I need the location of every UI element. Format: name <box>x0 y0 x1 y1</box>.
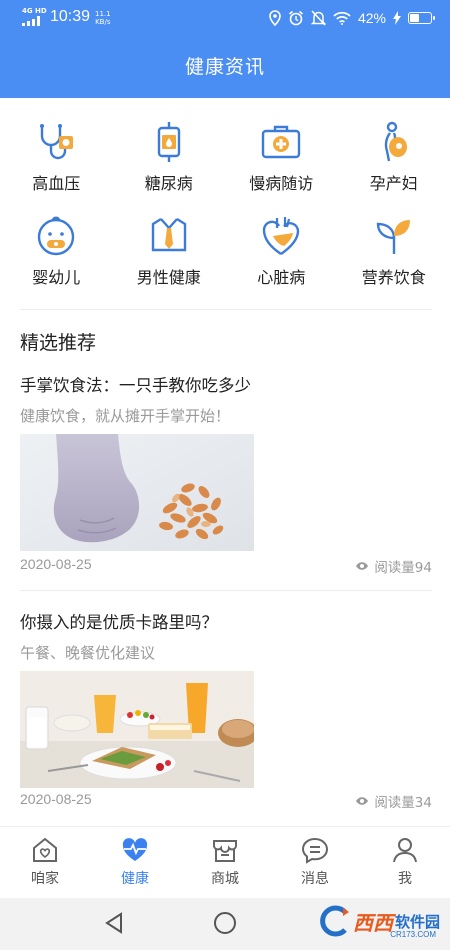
message-icon <box>301 837 329 864</box>
tab-shop[interactable]: 商城 <box>180 827 270 898</box>
category-label: 糖尿病 <box>144 174 193 193</box>
heart-pulse-icon <box>122 838 148 861</box>
category-mens-health[interactable]: 男性健康 <box>113 206 226 300</box>
article-title: 手掌饮食法：一只手教你吃多少 <box>20 376 251 395</box>
divider <box>20 590 432 591</box>
charging-icon <box>393 11 401 25</box>
profile-icon <box>393 838 417 863</box>
category-nutrition[interactable]: 营养饮食 <box>338 206 450 300</box>
category-maternal[interactable]: 孕产妇 <box>338 112 450 206</box>
category-hypertension[interactable]: 高血压 <box>0 112 113 206</box>
section-title: 精选推荐 <box>20 332 97 354</box>
article-subtitle: 午餐、晚餐优化建议 <box>20 644 156 662</box>
medical-kit-icon <box>262 125 301 159</box>
category-heart-disease[interactable]: 心脏病 <box>225 206 338 300</box>
battery-icon <box>408 12 435 24</box>
category-infant[interactable]: 婴幼儿 <box>0 206 113 300</box>
article-views: 阅读量94 <box>374 560 432 576</box>
divider <box>20 309 432 310</box>
category-label: 高血压 <box>32 174 81 193</box>
home-button[interactable] <box>214 912 236 934</box>
network-speed-value: 11.1 <box>95 10 111 18</box>
alarm-icon <box>288 10 303 26</box>
status-bar: 4G HD 10:39 11.1 KB/s 42% <box>0 0 450 36</box>
category-chronic-followup[interactable]: 慢病随访 <box>225 112 338 206</box>
tab-profile[interactable]: 我 <box>360 827 450 898</box>
top-bar: 4G HD 10:39 11.1 KB/s 42% 健康资讯 <box>0 0 450 98</box>
watermark-logo: 西西 软件园 CR173.COM <box>317 904 440 939</box>
location-icon <box>269 10 281 26</box>
category-label: 营养饮食 <box>361 268 426 287</box>
network-speed-unit: KB/s <box>95 18 111 26</box>
back-icon[interactable] <box>104 912 124 934</box>
category-label: 男性健康 <box>136 268 201 287</box>
home-icon <box>33 837 57 862</box>
tab-label: 咱家 <box>31 871 59 887</box>
article-card[interactable]: 你摄入的是优质卡路里吗？ 午餐、晚餐优化建议 2020-08-25 阅读量34 <box>20 609 432 811</box>
article-meta: 2020-08-25 阅读量94 <box>20 556 432 576</box>
network-speed: 11.1 KB/s <box>95 10 111 26</box>
signal-icon <box>22 16 44 26</box>
stethoscope-icon <box>40 124 74 160</box>
article-views: 阅读量34 <box>374 795 432 811</box>
wifi-icon <box>333 11 351 25</box>
watermark-c-icon <box>320 905 349 937</box>
tab-home[interactable]: 咱家 <box>0 827 90 898</box>
network-type: 4G HD <box>22 7 47 15</box>
article-card[interactable]: 手掌饮食法：一只手教你吃多少 健康饮食，就从摊开手掌开始！ 2020-08-25… <box>20 372 432 576</box>
category-diabetes[interactable]: 糖尿病 <box>113 112 226 206</box>
bottom-tab-bar: 咱家 健康 商城 消息 我 <box>0 826 450 898</box>
category-label: 婴幼儿 <box>32 268 81 287</box>
clock: 10:39 <box>50 8 91 25</box>
article-date: 2020-08-25 <box>20 556 92 572</box>
tab-label: 我 <box>398 871 412 887</box>
baby-icon <box>38 216 75 256</box>
mute-bell-icon <box>310 10 326 26</box>
pregnant-icon <box>384 121 407 162</box>
heart-organ-icon <box>263 217 300 255</box>
tab-health[interactable]: 健康 <box>90 827 180 898</box>
shirt-icon <box>151 217 186 252</box>
page-title: 健康资讯 <box>184 56 265 78</box>
watermark-domain: CR173.COM <box>390 930 436 939</box>
battery-percent: 42% <box>357 10 386 26</box>
tab-label: 健康 <box>121 871 149 887</box>
watermark-text: 软件园 <box>394 912 440 931</box>
tab-label: 商城 <box>211 871 239 887</box>
eye-icon <box>356 797 369 805</box>
category-grid: 高血压 糖尿病 慢病随访 孕产妇 婴幼儿 男性健康 心脏病 营养饮食 <box>0 112 450 300</box>
system-nav-bar: 西西 软件园 CR173.COM <box>0 898 450 950</box>
article-date: 2020-08-25 <box>20 791 92 807</box>
category-label: 慢病随访 <box>249 174 314 193</box>
eye-icon <box>356 562 369 570</box>
watermark-brand: 西西 <box>352 910 393 935</box>
article-thumbnail <box>20 434 254 551</box>
tab-label: 消息 <box>301 871 329 887</box>
article-title: 你摄入的是优质卡路里吗？ <box>20 613 218 632</box>
category-label: 心脏病 <box>257 268 306 287</box>
category-label: 孕产妇 <box>369 174 418 193</box>
article-meta: 2020-08-25 阅读量34 <box>20 791 432 811</box>
sprout-icon <box>376 220 410 254</box>
article-subtitle: 健康饮食，就从摊开手掌开始！ <box>20 407 231 425</box>
tab-messages[interactable]: 消息 <box>270 827 360 898</box>
article-thumbnail <box>20 671 254 788</box>
iv-bag-icon <box>157 122 180 162</box>
shop-icon <box>213 840 237 862</box>
